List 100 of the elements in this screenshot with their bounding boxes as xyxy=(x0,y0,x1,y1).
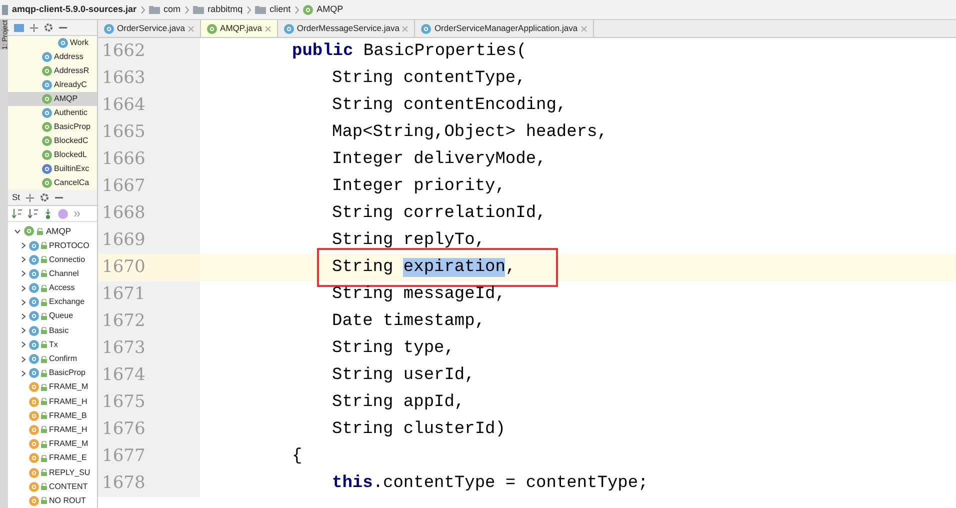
breadcrumb-item[interactable]: com xyxy=(164,2,181,16)
lock-icon xyxy=(41,440,47,448)
inherited-icon[interactable] xyxy=(44,208,52,219)
field-icon xyxy=(29,424,39,435)
class-icon xyxy=(29,283,39,294)
minimize-icon[interactable] xyxy=(59,26,67,28)
breadcrumb-item[interactable]: client xyxy=(270,2,291,16)
tree-item[interactable]: CancelCa xyxy=(8,176,97,190)
class-icon xyxy=(58,38,68,48)
chevron-right-icon xyxy=(140,6,145,14)
more-icon[interactable] xyxy=(74,210,80,217)
tree-item[interactable]: BlockedC xyxy=(8,134,97,148)
tree-item[interactable]: BasicProp xyxy=(8,120,97,134)
tree-item[interactable]: Confirm xyxy=(8,352,97,366)
chevron-down-icon[interactable] xyxy=(14,228,21,235)
breadcrumb-item[interactable]: AMQP xyxy=(316,2,344,16)
settings-icon[interactable] xyxy=(44,23,53,32)
tree-item[interactable]: FRAME_M xyxy=(8,437,97,452)
tree-item[interactable]: BasicProp xyxy=(8,366,97,380)
line-number: 1675 xyxy=(102,390,146,414)
line-number: 1665 xyxy=(102,120,146,144)
sort-alphabetical-icon[interactable] xyxy=(28,209,38,218)
interface-icon xyxy=(42,136,52,146)
chevron-right-icon xyxy=(294,6,299,14)
settings-icon[interactable] xyxy=(40,193,50,202)
code-line: public BasicProperties( xyxy=(292,40,527,63)
field-icon xyxy=(29,382,39,392)
tree-item[interactable]: Queue xyxy=(8,309,97,324)
class-icon xyxy=(29,326,39,336)
tree-item[interactable]: AMQP xyxy=(8,224,97,238)
field-icon xyxy=(29,482,39,492)
chevron-right-icon xyxy=(246,6,251,14)
collapse-icon[interactable] xyxy=(26,194,34,202)
tree-item[interactable]: FRAME_B xyxy=(8,408,97,423)
editor-tab[interactable]: AMQP.java xyxy=(201,20,278,37)
tree-item[interactable]: Address xyxy=(8,50,97,64)
tree-item[interactable]: Access xyxy=(8,281,97,296)
code-line: String contentType, xyxy=(332,68,526,90)
line-number: 1672 xyxy=(102,310,146,333)
sort-icon[interactable] xyxy=(12,209,22,218)
lock-icon xyxy=(37,228,43,235)
class-icon xyxy=(29,311,39,322)
code-line: String contentEncoding, xyxy=(332,94,567,117)
tree-item[interactable]: CONTENT xyxy=(8,480,97,494)
tree-item[interactable]: FRAME_H xyxy=(8,422,97,438)
field-icon xyxy=(29,453,39,464)
tree-item[interactable]: FRAME_H xyxy=(8,394,97,409)
class-icon xyxy=(42,80,52,90)
breadcrumb-item[interactable]: amqp-client-5.9.0-sources.jar xyxy=(12,2,137,16)
collapse-icon[interactable] xyxy=(30,24,38,32)
tree-item[interactable]: BuiltinExc xyxy=(8,162,97,176)
class-icon xyxy=(29,340,39,350)
interface-icon xyxy=(42,178,52,188)
breadcrumb-item[interactable]: rabbitmq xyxy=(208,2,243,16)
line-number: 1677 xyxy=(102,444,146,468)
tree-item[interactable]: NO ROUT xyxy=(8,494,97,508)
tree-item[interactable]: Basic xyxy=(8,324,97,338)
tree-item[interactable]: Connectio xyxy=(8,252,97,267)
tree-item[interactable]: Work xyxy=(8,36,97,50)
tree-item[interactable]: AMQP xyxy=(8,92,97,106)
code-line: String type, xyxy=(332,338,454,360)
line-number: 1666 xyxy=(102,148,146,171)
lock-icon xyxy=(41,483,47,490)
interface-icon xyxy=(42,150,52,160)
lock-icon xyxy=(41,454,47,462)
tree-item[interactable]: AlreadyC xyxy=(8,78,97,92)
interface-icon xyxy=(42,94,52,104)
line-number: 1676 xyxy=(102,418,146,441)
interface-icon xyxy=(24,226,34,236)
class-icon xyxy=(29,354,39,364)
line-number: 1669 xyxy=(102,228,146,252)
tree-item[interactable]: Authentic xyxy=(8,106,97,120)
field-icon xyxy=(29,396,39,407)
line-number: 1674 xyxy=(102,364,146,387)
code-line: String clusterId) xyxy=(332,418,506,441)
code-line: Integer priority, xyxy=(332,176,506,198)
tree-item[interactable]: BlockedL xyxy=(8,148,97,162)
lock-icon xyxy=(41,242,47,250)
field-icon xyxy=(29,410,39,421)
code-line: { xyxy=(292,446,302,468)
minimize-icon[interactable] xyxy=(55,196,64,199)
tree-item[interactable]: FRAME_M xyxy=(8,380,97,394)
folder-icon xyxy=(192,5,204,14)
lock-icon xyxy=(41,356,47,363)
code-line: String userId, xyxy=(332,364,475,387)
tree-item[interactable]: Exchange xyxy=(8,295,97,310)
interface-icon xyxy=(207,24,218,34)
tree-item[interactable]: Channel xyxy=(8,266,97,281)
app-icon xyxy=(421,24,432,34)
tree-item[interactable]: AddressR xyxy=(8,64,97,78)
tree-item[interactable]: REPLY_SU xyxy=(8,465,97,480)
class-icon xyxy=(29,268,39,279)
code-line: String appId, xyxy=(332,392,465,414)
line-number: 1670 xyxy=(102,256,146,279)
lock-icon xyxy=(41,284,47,292)
panel-title: St xyxy=(12,191,20,204)
tree-item[interactable]: Tx xyxy=(8,338,97,352)
tree-item[interactable]: FRAME_E xyxy=(8,451,97,466)
tree-item[interactable]: PROTOCO xyxy=(8,238,97,253)
code-line: Integer deliveryMode, xyxy=(332,148,546,171)
